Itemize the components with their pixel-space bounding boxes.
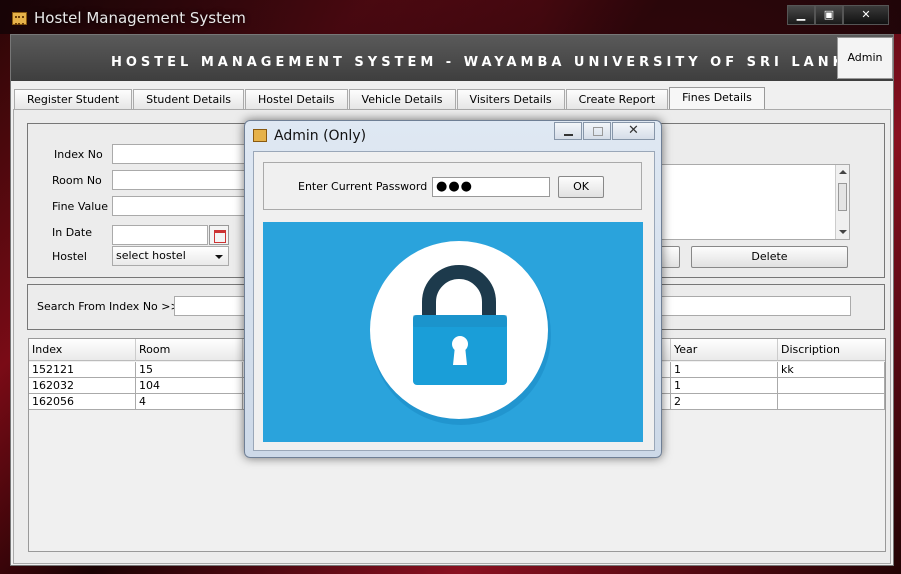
tab-vehicle-details[interactable]: Vehicle Details [348, 89, 456, 109]
column-header-index[interactable]: Index [29, 339, 136, 361]
admin-password-dialog: Admin (Only) ✕ Enter Current Password ●●… [244, 120, 662, 458]
password-label: Enter Current Password [298, 180, 428, 193]
room-no-input[interactable] [112, 170, 252, 190]
dialog-body: Enter Current Password ●●● OK [253, 151, 655, 451]
fine-value-label: Fine Value [52, 200, 109, 213]
delete-button[interactable]: Delete [691, 246, 848, 268]
dialog-close-button[interactable]: ✕ [612, 122, 655, 140]
cell-room[interactable]: 4 [136, 394, 243, 410]
minimize-button[interactable]: ▁ [787, 5, 815, 25]
cell-year[interactable]: 2 [671, 394, 778, 410]
ok-button[interactable]: OK [558, 176, 604, 198]
in-date-label: In Date [52, 226, 93, 239]
room-no-label: Room No [52, 174, 102, 187]
password-panel: Enter Current Password ●●● OK [263, 162, 642, 210]
header-banner: HOSTEL MANAGEMENT SYSTEM - WAYAMBA UNIVE… [11, 35, 893, 81]
hostel-select[interactable]: select hostel [112, 246, 229, 266]
dialog-minimize-button[interactable] [554, 122, 582, 140]
tab-hostel-details[interactable]: Hostel Details [245, 89, 348, 109]
lock-icon [370, 241, 551, 425]
banner-title: HOSTEL MANAGEMENT SYSTEM - WAYAMBA UNIVE… [111, 55, 861, 70]
cell-description[interactable] [778, 378, 885, 394]
cell-year[interactable]: 1 [671, 362, 778, 378]
description-scrollbar[interactable] [835, 165, 849, 239]
cell-description[interactable] [778, 394, 885, 410]
window-title-bar[interactable]: Hostel Management System ▁ ▣ ✕ [0, 0, 901, 34]
index-no-label: Index No [54, 148, 103, 161]
column-header-description[interactable]: Discription [778, 339, 885, 361]
admin-button[interactable]: Admin [837, 37, 893, 79]
tab-visiters-details[interactable]: Visiters Details [456, 89, 565, 109]
window-controls: ▁ ▣ ✕ [787, 5, 889, 25]
search-label: Search From Index No >> [37, 300, 180, 313]
hostel-app-icon [253, 129, 267, 142]
column-header-year[interactable]: Year [671, 339, 778, 361]
hostel-label: Hostel [52, 250, 87, 263]
cell-index[interactable]: 152121 [29, 362, 136, 378]
in-date-input[interactable] [112, 225, 208, 245]
dialog-title: Admin (Only) [274, 128, 367, 144]
calendar-icon[interactable] [209, 225, 229, 245]
chevron-down-icon [215, 255, 223, 259]
scroll-up-icon [839, 170, 847, 174]
close-button[interactable]: ✕ [843, 5, 889, 25]
cell-room[interactable]: 15 [136, 362, 243, 378]
column-header-room[interactable]: Room [136, 339, 243, 361]
cell-index[interactable]: 162032 [29, 378, 136, 394]
tab-bar: Register Student Student Details Hostel … [14, 87, 766, 109]
tab-register-student[interactable]: Register Student [14, 89, 133, 109]
tab-student-details[interactable]: Student Details [133, 89, 245, 109]
tab-create-report[interactable]: Create Report [565, 89, 669, 109]
hostel-select-value: select hostel [116, 249, 186, 262]
dialog-maximize-button[interactable] [583, 122, 611, 140]
scroll-down-icon [839, 230, 847, 234]
cell-year[interactable]: 1 [671, 378, 778, 394]
cell-description[interactable]: kk [778, 362, 885, 378]
index-no-input[interactable] [112, 144, 252, 164]
cell-room[interactable]: 104 [136, 378, 243, 394]
maximize-button[interactable]: ▣ [815, 5, 843, 25]
window-title: Hostel Management System [34, 9, 246, 27]
dialog-window-controls: ✕ [553, 122, 655, 140]
fine-value-input[interactable] [112, 196, 252, 216]
password-input[interactable]: ●●● [432, 177, 550, 197]
lock-illustration [263, 222, 643, 442]
hostel-app-icon [12, 12, 27, 25]
scroll-thumb[interactable] [838, 183, 847, 211]
cell-index[interactable]: 162056 [29, 394, 136, 410]
tab-fines-details[interactable]: Fines Details [669, 87, 765, 109]
